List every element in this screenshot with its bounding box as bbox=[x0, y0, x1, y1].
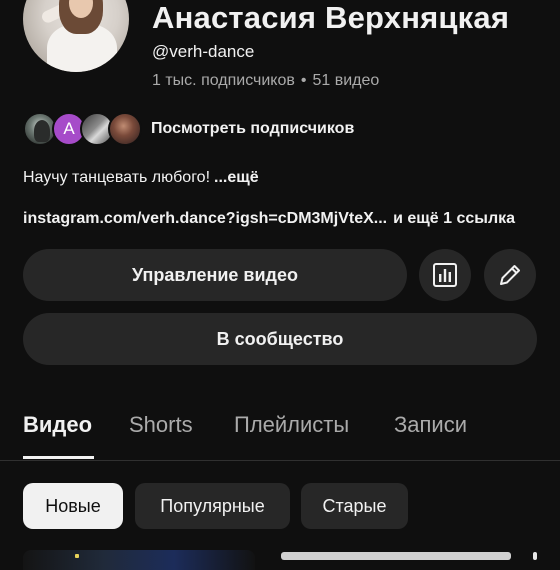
edit-channel-button[interactable] bbox=[484, 249, 536, 301]
active-tab-indicator bbox=[23, 456, 94, 459]
channel-description[interactable]: Научу танцевать любого! ...ещё bbox=[23, 169, 259, 187]
subscriber-count: 1 тыс. подписчиков bbox=[152, 72, 295, 89]
thumbnail-detail bbox=[75, 554, 79, 558]
video-title-partial[interactable] bbox=[281, 552, 511, 560]
channel-name: Анастасия Верхняцкая bbox=[152, 0, 510, 35]
bar-chart-icon bbox=[433, 263, 457, 287]
video-thumbnail[interactable] bbox=[23, 550, 255, 570]
channel-tabs: Видео Shorts Плейлисты Записи bbox=[0, 404, 560, 461]
channel-stats: 1 тыс. подписчиков • 51 видео bbox=[152, 72, 379, 90]
channel-avatar[interactable] bbox=[23, 0, 129, 72]
tab-posts[interactable]: Записи bbox=[394, 412, 467, 438]
description-text: Научу танцевать любого! bbox=[23, 169, 211, 186]
video-count: 51 видео bbox=[312, 72, 380, 89]
pencil-icon bbox=[500, 265, 520, 285]
stats-separator: • bbox=[300, 72, 307, 89]
filter-chip-new[interactable]: Новые bbox=[23, 483, 123, 529]
tab-shorts[interactable]: Shorts bbox=[129, 412, 193, 438]
filter-chip-old[interactable]: Старые bbox=[301, 483, 408, 529]
channel-handle: @verh-dance bbox=[152, 42, 255, 61]
tab-playlists[interactable]: Плейлисты bbox=[234, 412, 349, 438]
instagram-link[interactable]: instagram.com/verh.dance?igsh=cDM3MjVteX… bbox=[23, 210, 387, 227]
channel-links[interactable]: instagram.com/verh.dance?igsh=cDM3MjVteX… bbox=[23, 210, 515, 228]
manage-videos-button[interactable]: Управление видео bbox=[23, 249, 407, 301]
subscriber-avatars[interactable]: A bbox=[23, 112, 143, 148]
analytics-button[interactable] bbox=[419, 249, 471, 301]
subscriber-avatar bbox=[108, 112, 142, 146]
more-links[interactable]: и ещё 1 ссылка bbox=[393, 210, 515, 227]
community-button[interactable]: В сообщество bbox=[23, 313, 537, 365]
more-options-icon[interactable] bbox=[533, 552, 537, 560]
tab-videos[interactable]: Видео bbox=[23, 412, 92, 438]
description-more-link[interactable]: ...ещё bbox=[214, 169, 259, 186]
view-subscribers-link[interactable]: Посмотреть подписчиков bbox=[151, 120, 354, 138]
filter-chip-popular[interactable]: Популярные bbox=[135, 483, 290, 529]
